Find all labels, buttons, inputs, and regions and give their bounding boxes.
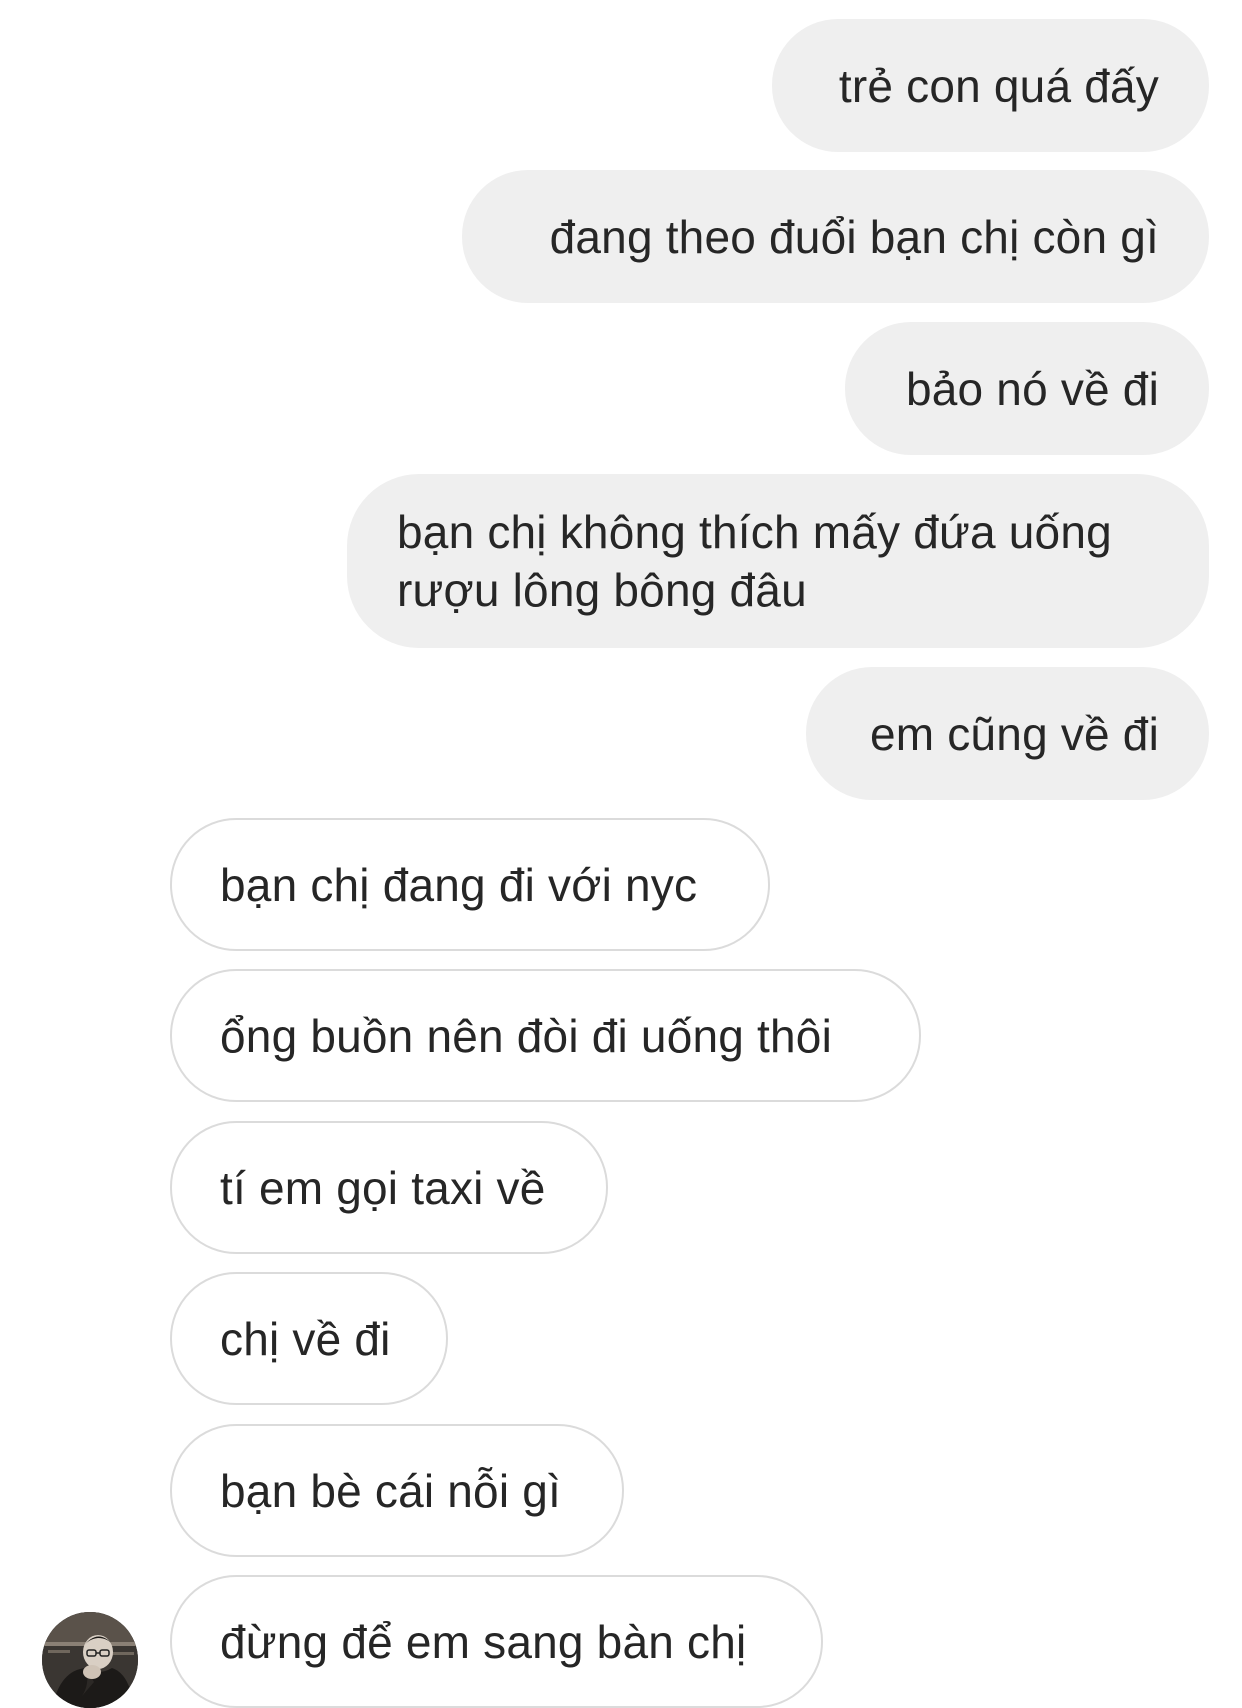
sent-message-bubble[interactable]: đang theo đuổi bạn chị còn gì: [462, 170, 1209, 303]
message-text: bạn chị không thích mấy đứa uống rượu lô…: [397, 506, 1112, 616]
received-message-bubble[interactable]: bạn bè cái nỗi gì: [170, 1424, 624, 1557]
received-message-bubble[interactable]: chị về đi: [170, 1272, 448, 1405]
sent-message-bubble[interactable]: bạn chị không thích mấy đứa uống rượu lô…: [347, 474, 1209, 648]
message-text: bạn bè cái nỗi gì: [220, 1464, 561, 1517]
message-text: em cũng về đi: [870, 707, 1159, 760]
received-message-bubble[interactable]: ổng buồn nên đòi đi uống thôi: [170, 969, 921, 1102]
avatar-photo-icon: [42, 1612, 138, 1708]
contact-avatar[interactable]: [42, 1612, 138, 1708]
received-message-bubble[interactable]: bạn chị đang đi với nyc: [170, 818, 770, 951]
sent-message-bubble[interactable]: bảo nó về đi: [845, 322, 1209, 455]
message-text: ổng buồn nên đòi đi uống thôi: [220, 1009, 832, 1062]
message-thread: trẻ con quá đấy đang theo đuổi bạn chị c…: [0, 0, 1242, 1708]
message-text: bạn chị đang đi với nyc: [220, 858, 698, 911]
sent-message-bubble[interactable]: trẻ con quá đấy: [772, 19, 1209, 152]
message-text: chị về đi: [220, 1312, 391, 1365]
message-text: trẻ con quá đấy: [838, 59, 1159, 112]
message-text: đang theo đuổi bạn chị còn gì: [549, 210, 1159, 263]
received-message-bubble[interactable]: tí em gọi taxi về: [170, 1121, 608, 1254]
message-text: tí em gọi taxi về: [220, 1161, 546, 1214]
message-text: bảo nó về đi: [905, 362, 1159, 415]
sent-message-bubble[interactable]: em cũng về đi: [806, 667, 1209, 800]
message-text: đừng để em sang bàn chị: [220, 1615, 747, 1668]
received-message-bubble[interactable]: đừng để em sang bàn chị: [170, 1575, 823, 1708]
